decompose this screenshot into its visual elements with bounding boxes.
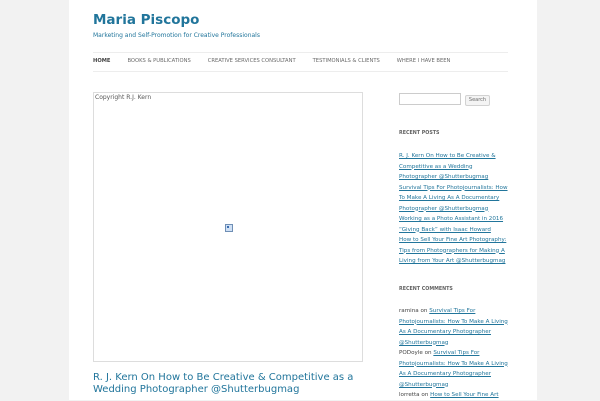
search-input[interactable] <box>399 93 461 105</box>
nav-item-where-i-have-been[interactable]: WHERE I HAVE BEEN <box>397 57 451 67</box>
recent-post-link[interactable]: Working as a Photo Assistant in 2016 <box>399 216 503 222</box>
list-item: PODoyle on Survival Tips For Photojourna… <box>399 348 513 390</box>
broken-image-icon <box>225 224 233 232</box>
recent-post-link[interactable]: R. J. Kern On How to Be Creative & Compe… <box>399 153 496 180</box>
list-item: “Giving Back” with Isaac Howard <box>399 225 509 236</box>
search-button[interactable]: Search <box>465 95 490 106</box>
nav-divider-top <box>93 52 508 53</box>
list-item: R. J. Kern On How to Be Creative & Compe… <box>399 151 509 183</box>
recent-post-link[interactable]: Survival Tips For Photojournalists: How … <box>399 185 508 212</box>
recent-comments-list: ramina on Survival Tips For Photojournal… <box>399 306 513 401</box>
nav-item-home[interactable]: HOME <box>93 57 110 67</box>
image-caption: Copyright R.J. Kern <box>95 94 152 101</box>
post-image-frame: Copyright R.J. Kern <box>93 92 363 362</box>
nav-item-creative-services[interactable]: CREATIVE SERVICES CONSULTANT <box>208 57 296 67</box>
recent-posts-title: RECENT POSTS <box>399 131 440 136</box>
comment-on: on <box>424 350 432 356</box>
comment-on: on <box>420 308 428 314</box>
recent-comments-title: RECENT COMMENTS <box>399 287 453 292</box>
comment-author: lorretta <box>399 392 420 398</box>
post-title-link[interactable]: R. J. Kern On How to Be Creative & Compe… <box>93 372 393 396</box>
comment-author: ramina <box>399 308 419 314</box>
nav-divider-bottom <box>93 71 508 72</box>
list-item: lorretta on How to Sell Your Fine Art <box>399 390 513 401</box>
comment-author: PODoyle <box>399 350 423 356</box>
list-item: Working as a Photo Assistant in 2016 <box>399 214 509 225</box>
nav-item-books-publications[interactable]: BOOKS & PUBLICATIONS <box>127 57 190 67</box>
site-description: Marketing and Self-Promotion for Creativ… <box>93 32 260 39</box>
page: Maria Piscopo Marketing and Self-Promoti… <box>69 0 537 400</box>
list-item: How to Sell Your Fine Art Photography: T… <box>399 235 509 267</box>
recent-post-link[interactable]: How to Sell Your Fine Art Photography: T… <box>399 237 506 264</box>
recent-posts-list: R. J. Kern On How to Be Creative & Compe… <box>399 151 509 267</box>
list-item: Survival Tips For Photojournalists: How … <box>399 183 509 215</box>
site-title[interactable]: Maria Piscopo <box>93 12 199 28</box>
list-item: ramina on Survival Tips For Photojournal… <box>399 306 513 348</box>
comment-on: on <box>421 392 429 398</box>
comment-post-link[interactable]: How to Sell Your Fine Art <box>430 392 498 398</box>
main-nav: HOME BOOKS & PUBLICATIONS CREATIVE SERVI… <box>93 57 467 67</box>
recent-post-link[interactable]: “Giving Back” with Isaac Howard <box>399 227 491 233</box>
nav-item-testimonials[interactable]: TESTIMONIALS & CLIENTS <box>313 57 380 67</box>
